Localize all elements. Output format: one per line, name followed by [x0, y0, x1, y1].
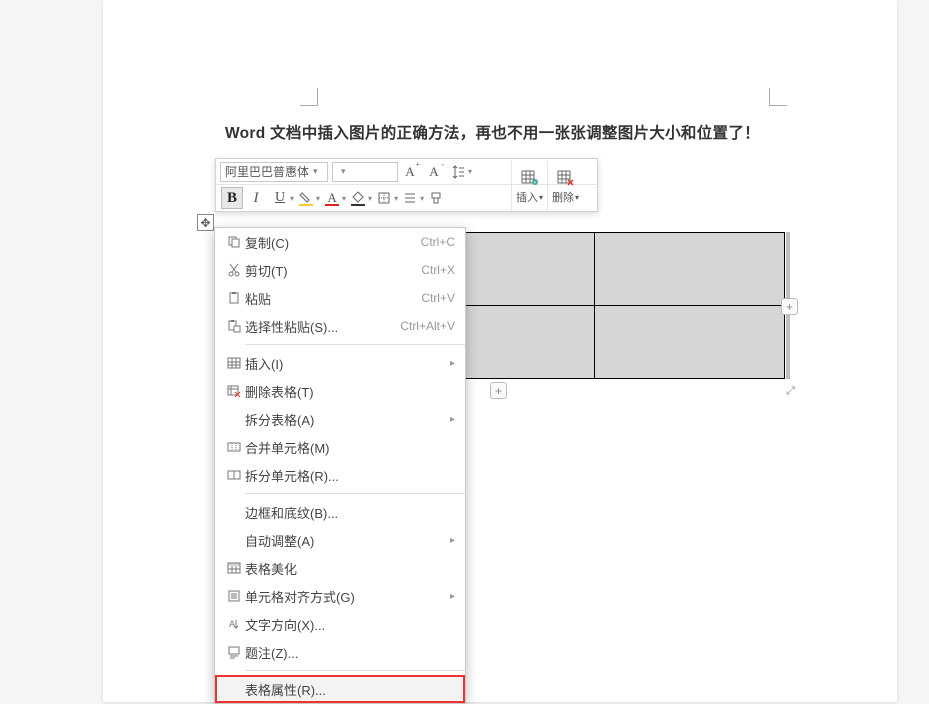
table-resize-handle[interactable]: ⤢: [783, 384, 798, 399]
format-painter-button[interactable]: [425, 187, 447, 209]
submenu-arrow-icon: ▸: [450, 535, 455, 546]
add-column-button[interactable]: +: [781, 298, 798, 315]
menu-separator: [245, 493, 465, 494]
submenu-arrow-icon: ▸: [450, 591, 455, 602]
page-corner-tr: [769, 88, 787, 106]
submenu-arrow-icon: ▸: [450, 414, 455, 425]
svg-text:A: A: [229, 619, 235, 629]
font-color-button[interactable]: A: [321, 187, 343, 209]
menu-borders-shading[interactable]: 边框和底纹(B)...: [215, 498, 465, 526]
menu-separator: [245, 670, 465, 671]
dropdown-icon: ▾: [313, 166, 318, 177]
menu-cell-align[interactable]: 单元格对齐方式(G) ▸: [215, 582, 465, 610]
menu-delete-table[interactable]: 删除表格(T): [215, 377, 465, 405]
menu-merge-cells[interactable]: 合并单元格(M): [215, 433, 465, 461]
menu-table-beautify[interactable]: 表格美化: [215, 554, 465, 582]
caption-icon: [223, 645, 245, 659]
delete-table-icon: [557, 167, 575, 189]
table-cell[interactable]: [595, 306, 785, 379]
menu-table-properties[interactable]: 表格属性(R)...: [215, 675, 465, 703]
delete-group-button[interactable]: 删除▾: [547, 161, 583, 211]
menu-split-table[interactable]: 拆分表格(A) ▸: [215, 405, 465, 433]
delete-table-icon: [223, 384, 245, 398]
insert-table-icon: +: [521, 167, 539, 189]
underline-button[interactable]: U: [269, 187, 291, 209]
insert-group-button[interactable]: + 插入▾: [511, 161, 547, 211]
menu-text-direction[interactable]: A 文字方向(X)...: [215, 610, 465, 638]
cut-icon: [223, 263, 245, 277]
bold-button[interactable]: B: [221, 187, 243, 209]
mini-toolbar: 阿里巴巴普惠体 ▾ ▾ A+ A- ▾ B: [215, 158, 598, 212]
table-move-handle[interactable]: ✥: [197, 214, 214, 231]
table-icon: [223, 356, 245, 370]
menu-caption[interactable]: 题注(Z)...: [215, 638, 465, 666]
dropdown-icon: ▾: [341, 166, 346, 177]
menu-autofit[interactable]: 自动调整(A) ▸: [215, 526, 465, 554]
menu-separator: [245, 344, 465, 345]
font-name-combo[interactable]: 阿里巴巴普惠体 ▾: [220, 162, 328, 182]
highlight-color-button[interactable]: [295, 187, 317, 209]
menu-paste-special[interactable]: 选择性粘贴(S)... Ctrl+Alt+V: [215, 312, 465, 340]
increase-font-button[interactable]: A+: [399, 161, 421, 183]
paste-special-icon: [223, 319, 245, 333]
table-cell[interactable]: [595, 233, 785, 306]
font-name-value: 阿里巴巴普惠体: [225, 163, 309, 180]
document-heading: Word 文档中插入图片的正确方法，再也不用一张张调整图片大小和位置了！: [225, 121, 760, 143]
paste-icon: [223, 291, 245, 305]
copy-icon: [223, 235, 245, 249]
text-direction-icon: A: [223, 617, 245, 631]
line-spacing-button[interactable]: [447, 161, 469, 183]
borders-button[interactable]: [373, 187, 395, 209]
beautify-icon: [223, 561, 245, 575]
submenu-arrow-icon: ▸: [450, 358, 455, 369]
cell-align-icon: [223, 589, 245, 603]
svg-text:+: +: [533, 180, 536, 186]
italic-button[interactable]: I: [245, 187, 267, 209]
menu-split-cells[interactable]: 拆分单元格(R)...: [215, 461, 465, 489]
split-cells-icon: [223, 468, 245, 482]
align-button[interactable]: [399, 187, 421, 209]
shading-button[interactable]: [347, 187, 369, 209]
merge-cells-icon: [223, 440, 245, 454]
decrease-font-button[interactable]: A-: [423, 161, 445, 183]
add-row-button[interactable]: +: [490, 382, 507, 399]
menu-cut[interactable]: 剪切(T) Ctrl+X: [215, 256, 465, 284]
table-context-menu: 复制(C) Ctrl+C 剪切(T) Ctrl+X 粘贴 Ctrl+V 选择性粘…: [214, 227, 466, 704]
menu-insert[interactable]: 插入(I) ▸: [215, 349, 465, 377]
font-size-combo[interactable]: ▾: [332, 162, 398, 182]
menu-copy[interactable]: 复制(C) Ctrl+C: [215, 228, 465, 256]
page-corner-tl: [300, 88, 318, 106]
menu-paste[interactable]: 粘贴 Ctrl+V: [215, 284, 465, 312]
